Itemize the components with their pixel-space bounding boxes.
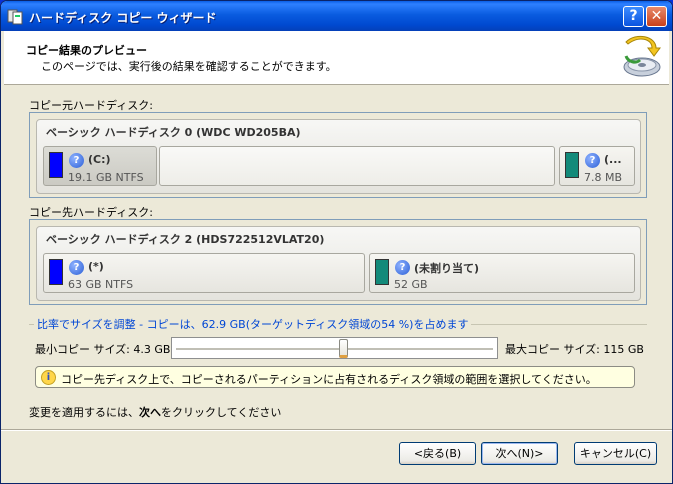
disk-copy-wizard-icon xyxy=(623,35,661,77)
target-disk-group: ベーシック ハードディスク 2 (HDS722512VLAT20) ? (*) … xyxy=(29,219,647,305)
help-button[interactable]: ? xyxy=(623,6,644,27)
target-partition-1[interactable]: ? (*) 63 GB NTFS xyxy=(43,253,365,293)
footer-divider xyxy=(1,429,672,431)
partition-color-bar xyxy=(49,152,63,178)
question-icon: ? xyxy=(69,153,84,168)
info-icon: i xyxy=(41,370,56,385)
cancel-button[interactable]: キャンセル(C) xyxy=(574,442,657,465)
target-partition-unallocated[interactable]: ? (未割り当て) 52 GB xyxy=(369,253,635,293)
footer-note-bold: 次へ xyxy=(139,406,161,419)
min-copy-size-label: 最小コピー サイズ: 4.3 GB xyxy=(35,343,171,356)
footer-note: 変更を適用するには、次へをクリックしてください xyxy=(29,404,281,420)
partition-label: (未割り当て) xyxy=(414,262,480,275)
slider-thumb[interactable] xyxy=(339,339,348,358)
copy-size-slider[interactable] xyxy=(171,337,498,359)
target-disk-name: ベーシック ハードディスク 2 (HDS722512VLAT20) xyxy=(46,233,325,246)
source-disk-label: コピー元ハードディスク: xyxy=(29,99,153,112)
page-subtitle: このページでは、実行後の結果を確認することができます。 xyxy=(41,60,337,73)
question-icon: ? xyxy=(395,260,410,275)
source-disk-name: ベーシック ハードディスク 0 (WDC WD205BA) xyxy=(46,126,301,139)
partition-size: 7.8 MB xyxy=(584,171,623,184)
info-text: コピー先ディスク上で、コピーされるパーティションに占有されるディスク領域の範囲を… xyxy=(61,373,597,386)
target-disk-panel: ベーシック ハードディスク 2 (HDS722512VLAT20) ? (*) … xyxy=(36,226,641,301)
partition-color-bar xyxy=(49,259,63,285)
source-disk-group: ベーシック ハードディスク 0 (WDC WD205BA) ? (C:) 19.… xyxy=(29,112,647,198)
page-title: コピー結果のプレビュー xyxy=(26,44,147,57)
partition-label: (... xyxy=(604,153,622,166)
title-bar[interactable]: ハードディスク コピー ウィザード ? ✕ xyxy=(1,1,672,31)
partition-color-bar xyxy=(375,259,389,285)
partition-label: (*) xyxy=(88,260,104,273)
back-button[interactable]: <戻る(B) xyxy=(399,442,476,465)
wizard-window: ハードディスク コピー ウィザード ? ✕ コピー結果のプレビュー このページで… xyxy=(0,0,673,484)
question-icon: ? xyxy=(69,260,84,275)
target-disk-label: コピー先ハードディスク: xyxy=(29,206,153,219)
question-icon: ? xyxy=(585,153,600,168)
resize-legend: 比率でサイズを調整 - コピーは、62.9 GB(ターゲットディスク領域の54 … xyxy=(34,316,472,332)
disk-copy-app-icon xyxy=(7,9,23,25)
close-button[interactable]: ✕ xyxy=(646,6,667,27)
max-copy-size-label: 最大コピー サイズ: 115 GB xyxy=(505,343,644,356)
next-button[interactable]: 次へ(N)> xyxy=(481,442,558,465)
partition-size: 19.1 GB NTFS xyxy=(68,171,144,184)
info-tooltip: i コピー先ディスク上で、コピーされるパーティションに占有されるディスク領域の範… xyxy=(35,366,635,388)
partition-label: (C:) xyxy=(88,153,111,166)
source-partition-c[interactable]: ? (C:) 19.1 GB NTFS xyxy=(43,146,157,186)
source-disk-free-area xyxy=(159,146,555,186)
source-partition-2[interactable]: ? (... 7.8 MB xyxy=(559,146,635,186)
partition-size: 63 GB NTFS xyxy=(68,278,134,291)
wizard-header: コピー結果のプレビュー このページでは、実行後の結果を確認することができます。 xyxy=(4,31,669,85)
window-title: ハードディスク コピー ウィザード xyxy=(29,11,217,25)
footer-note-suffix: をクリックしてください xyxy=(161,406,282,419)
partition-size: 52 GB xyxy=(394,278,428,291)
slider-track-line xyxy=(176,348,493,350)
footer-note-prefix: 変更を適用するには、 xyxy=(29,406,139,419)
source-disk-panel: ベーシック ハードディスク 0 (WDC WD205BA) ? (C:) 19.… xyxy=(36,119,641,194)
resize-group: 比率でサイズを調整 - コピーは、62.9 GB(ターゲットディスク領域の54 … xyxy=(29,316,647,400)
partition-color-bar xyxy=(565,152,579,178)
